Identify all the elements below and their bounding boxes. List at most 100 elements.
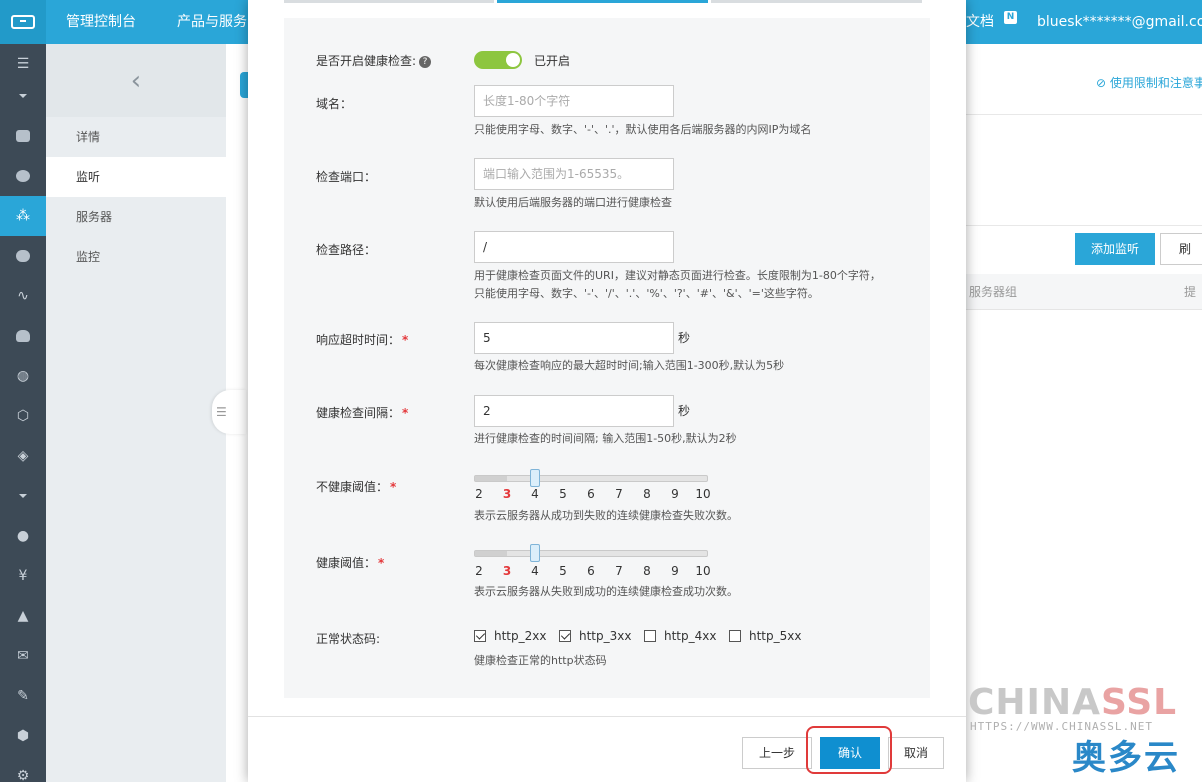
- port-input[interactable]: [474, 158, 674, 190]
- checkbox-http-5xx[interactable]: http_5xx: [729, 629, 801, 643]
- pencil-icon[interactable]: ✎: [0, 676, 46, 716]
- sidebar-item-servers[interactable]: 服务器: [46, 197, 226, 237]
- health-check-dialog: 是否开启健康检查:? 已开启 域名： 只能使用字母、数字、'-'、'.'，默认使…: [248, 0, 966, 782]
- slider-tick-label: 7: [615, 487, 623, 501]
- cdn-icon[interactable]: [0, 236, 46, 276]
- help-icon[interactable]: ?: [419, 55, 432, 68]
- divider: [966, 114, 1202, 115]
- status-codes-hint: 健康检查正常的http状态码: [474, 654, 607, 667]
- new-badge: N: [1004, 11, 1017, 24]
- collapse-caret-icon[interactable]: [0, 76, 46, 116]
- slb-icon[interactable]: ⁂: [0, 196, 46, 236]
- bg-tab-marker: [240, 72, 248, 98]
- interval-hint: 进行健康检查的时间间隔; 输入范围1-50秒,默认为2秒: [474, 432, 737, 445]
- user-account[interactable]: bluesk*******@gmail.com: [1037, 0, 1202, 44]
- slider-tick-label: 7: [615, 564, 623, 578]
- checkbox-http-2xx[interactable]: http_2xx: [474, 629, 546, 643]
- sidebar-item-details[interactable]: 详情: [46, 117, 226, 157]
- sidebar-item-monitoring[interactable]: 监控: [46, 237, 226, 277]
- interval-unit: 秒: [678, 404, 691, 418]
- slider-tick-label: 3: [502, 487, 512, 501]
- divider: [966, 225, 1202, 226]
- watermark: CHINASSL HTTPS://WWW.CHINASSL.NET 奥多云: [966, 682, 1202, 782]
- slider-fill: [475, 551, 507, 556]
- slider-fill: [475, 476, 507, 481]
- slider-tick-label: 2: [475, 564, 483, 578]
- icon-sidebar: ☰ ⁂ ∿ ◍ ⬡ ◈ ● ¥ ▲ ✉ ✎ ⬢ ⚙: [0, 44, 46, 782]
- timeout-unit: 秒: [678, 331, 691, 345]
- cancel-button[interactable]: 取消: [888, 737, 944, 769]
- user-icon[interactable]: ●: [0, 516, 46, 556]
- slider-tick-label: 5: [559, 564, 567, 578]
- health-check-toggle[interactable]: [474, 51, 522, 69]
- aliyun-logo-icon[interactable]: [0, 0, 46, 44]
- slider-tick-label: 4: [531, 487, 539, 501]
- secondary-sidebar: ‹ 详情 监听 服务器 监控: [46, 44, 226, 782]
- nav-console[interactable]: 管理控制台: [66, 0, 136, 44]
- domain-input[interactable]: [474, 85, 674, 117]
- mail-icon[interactable]: ✉: [0, 636, 46, 676]
- step-separator: [708, 0, 711, 3]
- slider-tick-label: 10: [695, 487, 711, 501]
- sidebar-toggle-icon[interactable]: ☰: [212, 390, 246, 434]
- unhealthy-threshold-slider[interactable]: [474, 469, 708, 487]
- slider-tick-label: 4: [531, 564, 539, 578]
- table-header: 服务器组 提: [966, 274, 1202, 310]
- checkbox-box[interactable]: [644, 630, 656, 642]
- security-check-icon[interactable]: ◈: [0, 436, 46, 476]
- column-provide: 提: [1184, 285, 1197, 299]
- healthy-threshold-ticks: 2 3 4 5 6 7 8 9 10: [474, 564, 714, 578]
- slider-handle[interactable]: [530, 544, 540, 562]
- step-separator: [494, 0, 497, 3]
- health-check-status: 已开启: [534, 54, 571, 68]
- cloud-icon[interactable]: [0, 316, 46, 356]
- health-check-form: 是否开启健康检查:? 已开启 域名： 只能使用字母、数字、'-'、'.'，默认使…: [284, 18, 930, 698]
- nav-docs[interactable]: 文档: [966, 0, 994, 44]
- checkbox-box[interactable]: [559, 630, 571, 642]
- checkbox-http-3xx[interactable]: http_3xx: [559, 629, 631, 643]
- sidebar-item-listeners[interactable]: 监听: [46, 157, 226, 197]
- back-arrow-icon[interactable]: ‹: [46, 44, 226, 117]
- money-bag-icon[interactable]: ▲: [0, 596, 46, 636]
- port-label: 检查端口：: [316, 170, 377, 184]
- nav-products[interactable]: 产品与服务: [177, 0, 247, 44]
- slider-tick-label: 6: [587, 564, 595, 578]
- toggle-knob: [506, 53, 520, 67]
- checkbox-box[interactable]: [729, 630, 741, 642]
- unhealthy-threshold-ticks: 2 3 4 5 6 7 8 9 10: [474, 487, 714, 501]
- confirm-highlight-annotation: [806, 726, 892, 774]
- monitor-wave-icon[interactable]: ∿: [0, 276, 46, 316]
- timeout-input[interactable]: [474, 322, 674, 354]
- healthy-threshold-label: 健康阈值： *: [316, 556, 385, 570]
- globe-icon[interactable]: ◍: [0, 356, 46, 396]
- shield-icon[interactable]: ⬡: [0, 396, 46, 436]
- slider-handle[interactable]: [530, 469, 540, 487]
- badge-icon[interactable]: ⬢: [0, 716, 46, 756]
- collapse-caret-2-icon[interactable]: [0, 476, 46, 516]
- interval-input[interactable]: [474, 395, 674, 427]
- domain-label: 域名：: [316, 97, 353, 111]
- ecs-icon[interactable]: [0, 116, 46, 156]
- unhealthy-threshold-label: 不健康阈值： *: [316, 480, 397, 494]
- status-codes-label: 正常状态码:: [316, 632, 381, 646]
- slider-tick-label: 2: [475, 487, 483, 501]
- yuan-icon[interactable]: ¥: [0, 556, 46, 596]
- path-hint-line1: 用于健康检查页面文件的URI，建议对静态页面进行检查。长度限制为1-80个字符，: [474, 269, 881, 282]
- path-input[interactable]: [474, 231, 674, 263]
- healthy-threshold-slider[interactable]: [474, 544, 708, 562]
- domain-hint: 只能使用字母、数字、'-'、'.'，默认使用各后端服务器的内网IP为域名: [474, 123, 812, 136]
- footer-divider: [248, 716, 966, 717]
- settings-icon[interactable]: ⚙: [0, 756, 46, 782]
- checkbox-box[interactable]: [474, 630, 486, 642]
- slider-tick-label: 5: [559, 487, 567, 501]
- refresh-button[interactable]: 刷新: [1160, 233, 1202, 265]
- port-hint: 默认使用后端服务器的端口进行健康检查: [474, 196, 672, 209]
- prev-step-button[interactable]: 上一步: [742, 737, 812, 769]
- slider-tick-label: 10: [695, 564, 711, 578]
- add-listener-button[interactable]: 添加监听: [1075, 233, 1155, 265]
- slider-tick-label: 8: [643, 487, 651, 501]
- checkbox-http-4xx[interactable]: http_4xx: [644, 629, 716, 643]
- usage-limits-link[interactable]: ⊘ 使用限制和注意事: [1096, 74, 1202, 91]
- step-progress: [284, 0, 922, 3]
- rds-icon[interactable]: [0, 156, 46, 196]
